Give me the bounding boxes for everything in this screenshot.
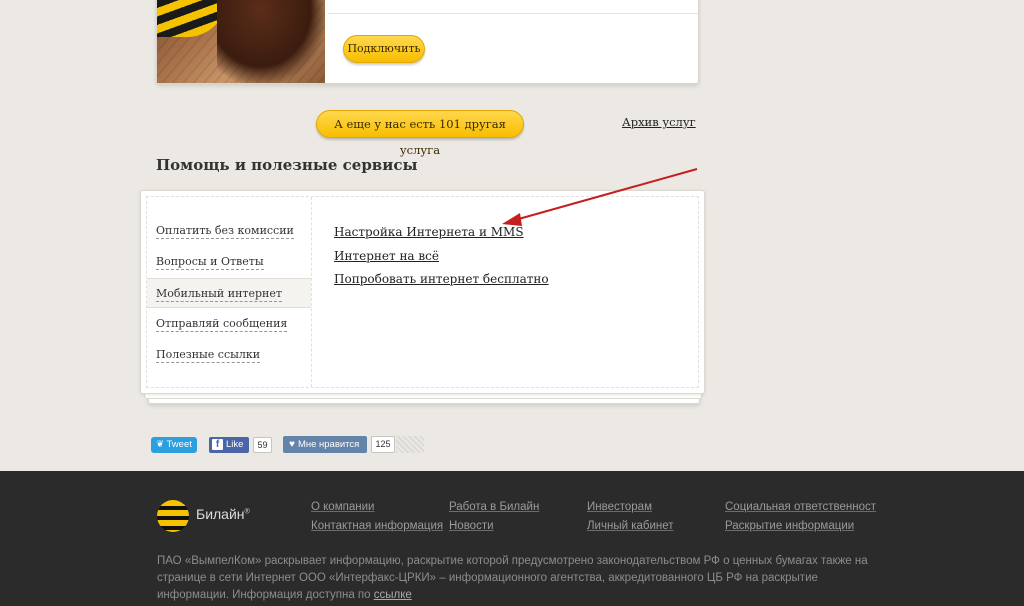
vk-like-label: Мне нравится [297,439,360,450]
disclaimer-link[interactable]: ссылке [374,589,412,601]
help-nav-label: Мобильный интернет [156,287,282,302]
footer-link-contacts[interactable]: Контактная информация [311,520,443,532]
footer-link-social-responsibility[interactable]: Социальная ответственност [725,501,876,513]
help-nav-label: Вопросы и Ответы [156,255,264,270]
footer-link-personal-account[interactable]: Личный кабинет [587,520,674,532]
footer-disclaimer: ПАО «ВымпелКом» раскрывает информацию, р… [157,555,868,601]
footer: Билайн® О компании Контактная информация… [0,471,1024,606]
card-divider [328,13,698,14]
help-panel-inner: Оплатить без комиссии Вопросы и Ответы М… [146,196,699,388]
facebook-like-button[interactable]: f Like [209,437,249,453]
twitter-bird-icon: ❦ [156,439,165,450]
more-services-button[interactable]: А еще у нас есть 101 другая услуга [316,110,524,157]
service-photo [157,0,325,83]
service-card: Подключить [156,0,699,84]
vk-like-button[interactable]: ♥ Мне нравится [283,436,367,453]
help-link-try-internet-free[interactable]: Попробовать интернет бесплатно [334,272,549,286]
help-section-title: Помощь и полезные сервисы [156,156,418,174]
connect-button[interactable]: Подключить [343,35,425,63]
help-panel: Оплатить без комиссии Вопросы и Ответы М… [140,190,705,394]
help-nav-label: Отправляй сообщения [156,317,288,332]
archive-link[interactable]: Архив услуг [622,115,696,129]
vk-widget-pattern [396,436,424,453]
footer-link-about[interactable]: О компании [311,501,374,513]
footer-link-careers[interactable]: Работа в Билайн [449,501,539,513]
help-link-internet-for-all[interactable]: Интернет на всё [334,249,439,263]
help-nav-label: Полезные ссылки [156,348,261,363]
facebook-like-count: 59 [253,437,272,453]
help-nav-send-messages[interactable]: Отправляй сообщения [147,309,311,339]
footer-link-investors[interactable]: Инвесторам [587,501,652,513]
footer-link-news[interactable]: Новости [449,520,494,532]
footer-link-disclosure[interactable]: Раскрытие информации [725,520,854,532]
help-nav-label: Оплатить без комиссии [156,224,294,239]
tweet-button[interactable]: ❦ Tweet [151,437,197,453]
help-sidebar: Оплатить без комиссии Вопросы и Ответы М… [147,197,312,387]
help-nav-pay-without-commission[interactable]: Оплатить без комиссии [147,216,311,246]
footer-logo-text[interactable]: Билайн® [196,506,250,522]
fb-like-label: Like [226,439,244,450]
facebook-icon: f [212,439,223,450]
beeline-logo-icon[interactable] [157,500,189,532]
heart-icon: ♥ [289,439,295,450]
photo-hair [217,0,325,83]
vk-like-count: 125 [371,436,395,453]
help-nav-mobile-internet[interactable]: Мобильный интернет [147,278,311,308]
help-nav-useful-links[interactable]: Полезные ссылки [147,340,311,370]
help-nav-faq[interactable]: Вопросы и Ответы [147,247,311,277]
tweet-label: Tweet [166,439,192,450]
help-link-internet-mms-settings[interactable]: Настройка Интернета и MMS [334,225,524,239]
